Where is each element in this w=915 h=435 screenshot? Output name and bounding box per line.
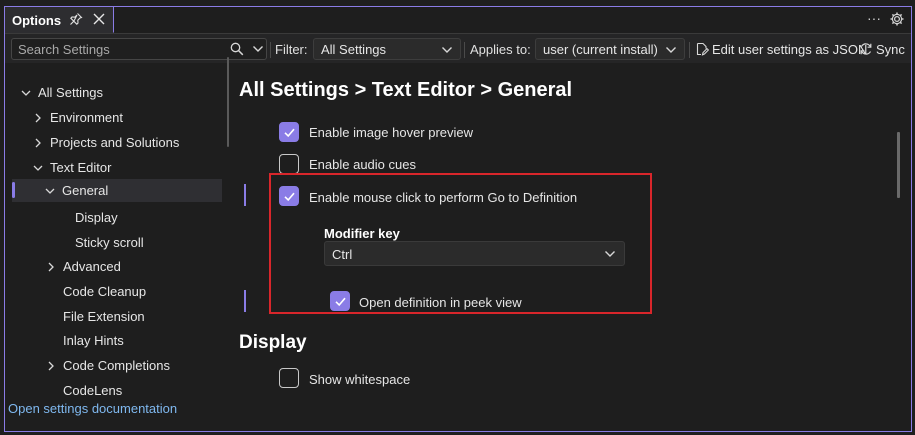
chevron-right-icon (48, 361, 54, 370)
edit-json-button[interactable]: Edit user settings as JSON (695, 38, 867, 60)
search-input[interactable] (12, 39, 222, 59)
chevron-down-icon (21, 90, 31, 96)
edit-file-icon (696, 42, 709, 56)
tree-item-code-completions[interactable]: Code Completions (45, 354, 260, 377)
selection-indicator (12, 182, 15, 198)
option-label: Enable image hover preview (309, 125, 474, 140)
show-whitespace-checkbox[interactable] (279, 368, 299, 388)
chevron-down-icon (666, 47, 676, 53)
tree-item-general[interactable]: General (12, 179, 222, 202)
tab-bar: Options ··· (5, 7, 911, 33)
sidebar-scrollbar[interactable] (227, 57, 229, 147)
modified-indicator (244, 184, 246, 206)
check-icon (284, 128, 295, 138)
chevron-down-icon[interactable] (252, 44, 264, 54)
chevron-down-icon (33, 165, 43, 171)
toolbar-divider (270, 42, 271, 58)
option-label: Show whitespace (309, 372, 411, 387)
search-icon[interactable] (230, 42, 244, 56)
tab-options[interactable]: Options (5, 7, 114, 33)
tree-item-label: General (62, 183, 109, 198)
applies-to-value: user (current install) (543, 42, 658, 57)
tree-item-environment[interactable]: Environment (32, 106, 247, 129)
toolbar-divider (464, 42, 465, 58)
filter-label: Filter: (275, 42, 308, 57)
sync-button[interactable]: Sync (859, 38, 905, 60)
gear-icon[interactable] (889, 11, 905, 27)
chevron-down-icon (45, 188, 55, 194)
page-title: All Settings > Text Editor > General (239, 79, 573, 101)
applies-to-label: Applies to: (470, 42, 531, 57)
tree-item-label: Advanced (63, 259, 121, 274)
chevron-down-icon (442, 47, 452, 53)
chevron-right-icon (35, 113, 41, 122)
display-section-title: Display (239, 332, 307, 353)
pin-icon[interactable] (69, 12, 83, 26)
tree-item-label: Projects and Solutions (50, 135, 180, 150)
tree-item-label: Display (75, 210, 118, 225)
sync-icon (860, 43, 872, 55)
tree-item-label: Sticky scroll (75, 235, 144, 250)
option-label: Enable audio cues (309, 157, 416, 172)
tab-title: Options (12, 13, 62, 28)
enable-image-hover-preview-checkbox[interactable] (279, 122, 299, 142)
applies-to-dropdown[interactable]: user (current install) (535, 38, 685, 60)
sync-label: Sync (876, 41, 905, 57)
toolbar-divider (689, 42, 690, 58)
enable-audio-cues-checkbox[interactable] (279, 154, 299, 174)
tree-item-label: Environment (50, 110, 123, 125)
chevron-right-icon (35, 138, 41, 147)
tree-item-advanced[interactable]: Advanced (45, 255, 260, 278)
tree-item-label: Text Editor (50, 160, 112, 175)
settings-tree: All Settings Environment Projects and So… (0, 57, 230, 425)
open-settings-documentation-link[interactable]: Open settings documentation (8, 401, 177, 416)
tree-item-sticky-scroll[interactable]: Sticky scroll (75, 231, 290, 254)
chevron-right-icon (48, 262, 54, 271)
tree-item-projects-and-solutions[interactable]: Projects and Solutions (32, 131, 247, 154)
tree-item-label: Inlay Hints (63, 333, 124, 348)
tree-item-codelens[interactable]: CodeLens (63, 379, 278, 402)
more-icon[interactable]: ··· (865, 11, 883, 27)
tree-item-label: Code Completions (63, 358, 170, 373)
filter-value: All Settings (321, 42, 387, 57)
modified-indicator (244, 290, 246, 312)
highlight-box (269, 173, 652, 314)
tree-item-label: Code Cleanup (63, 284, 147, 299)
tree-item-all-settings[interactable]: All Settings (20, 81, 235, 104)
tree-item-text-editor[interactable]: Text Editor (32, 156, 247, 179)
content-scrollbar[interactable] (897, 132, 900, 198)
filter-dropdown[interactable]: All Settings (313, 38, 461, 60)
edit-json-label: Edit user settings as JSON (712, 41, 868, 57)
tree-item-label: File Extension (63, 309, 145, 324)
close-icon[interactable] (92, 12, 106, 26)
tree-item-label: CodeLens (63, 383, 123, 398)
tree-item-label: All Settings (38, 85, 104, 100)
tree-item-display[interactable]: Display (75, 206, 290, 229)
